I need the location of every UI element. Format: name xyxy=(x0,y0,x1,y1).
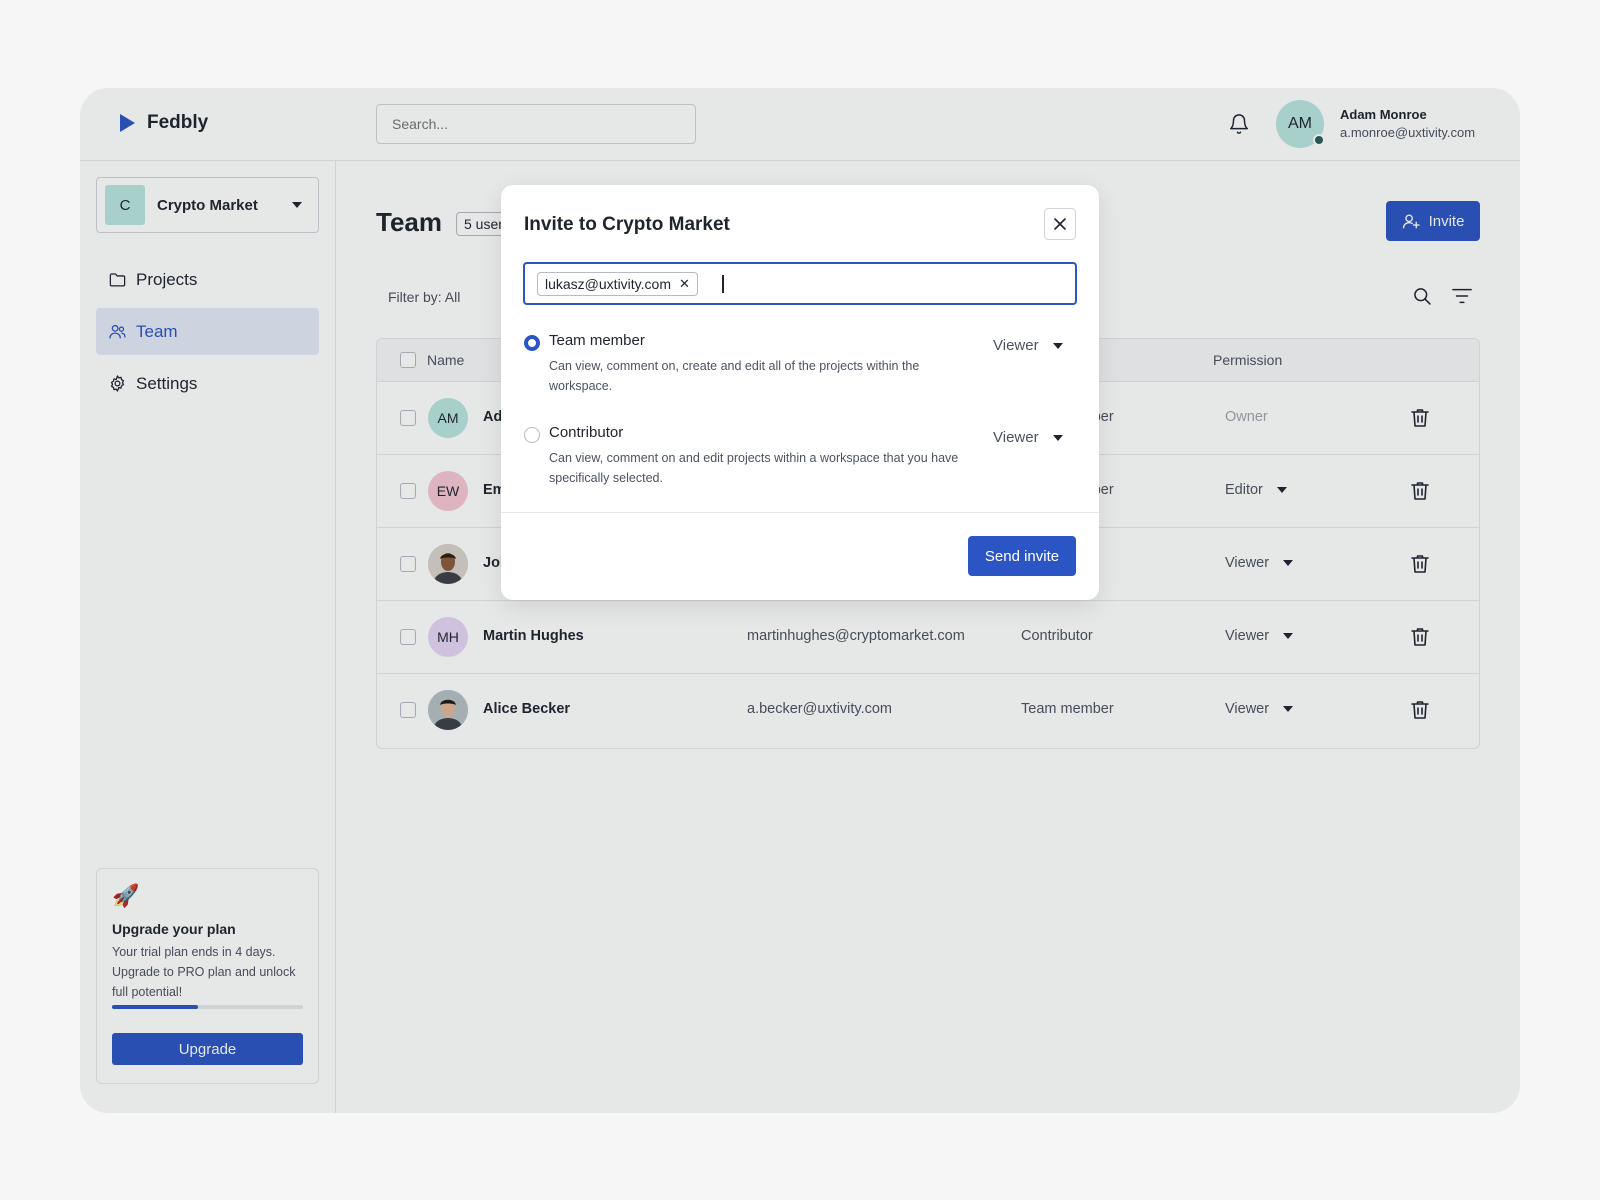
permission-select[interactable]: Viewer xyxy=(993,429,1063,446)
text-cursor xyxy=(722,275,724,293)
close-button[interactable] xyxy=(1044,208,1076,240)
option-description: Can view, comment on, create and edit al… xyxy=(549,359,920,393)
email-chip: lukasz@uxtivity.com ✕ xyxy=(537,272,698,296)
email-chip-label: lukasz@uxtivity.com xyxy=(545,276,671,292)
send-invite-button[interactable]: Send invite xyxy=(968,536,1076,576)
option-title: Team member xyxy=(549,332,645,349)
chevron-down-icon xyxy=(1052,342,1063,349)
permission-select-value: Viewer xyxy=(993,337,1039,354)
radio-contributor[interactable] xyxy=(524,427,540,443)
close-icon xyxy=(1054,218,1066,230)
radio-team-member[interactable] xyxy=(524,335,540,351)
modal-divider xyxy=(501,512,1099,513)
email-tag-input[interactable]: lukasz@uxtivity.com ✕ xyxy=(523,262,1077,305)
chevron-down-icon xyxy=(1052,434,1063,441)
option-description: Can view, comment on and edit projects w… xyxy=(549,451,959,485)
invite-modal: Invite to Crypto Market lukasz@uxtivity.… xyxy=(501,185,1099,600)
modal-title: Invite to Crypto Market xyxy=(524,214,730,235)
app-window: Fedbly AM Adam Monroe a.monroe@uxtivity.… xyxy=(80,88,1520,1113)
permission-select[interactable]: Viewer xyxy=(993,337,1063,354)
remove-chip-icon[interactable]: ✕ xyxy=(679,276,690,292)
permission-select-value: Viewer xyxy=(993,429,1039,446)
option-title: Contributor xyxy=(549,424,624,441)
